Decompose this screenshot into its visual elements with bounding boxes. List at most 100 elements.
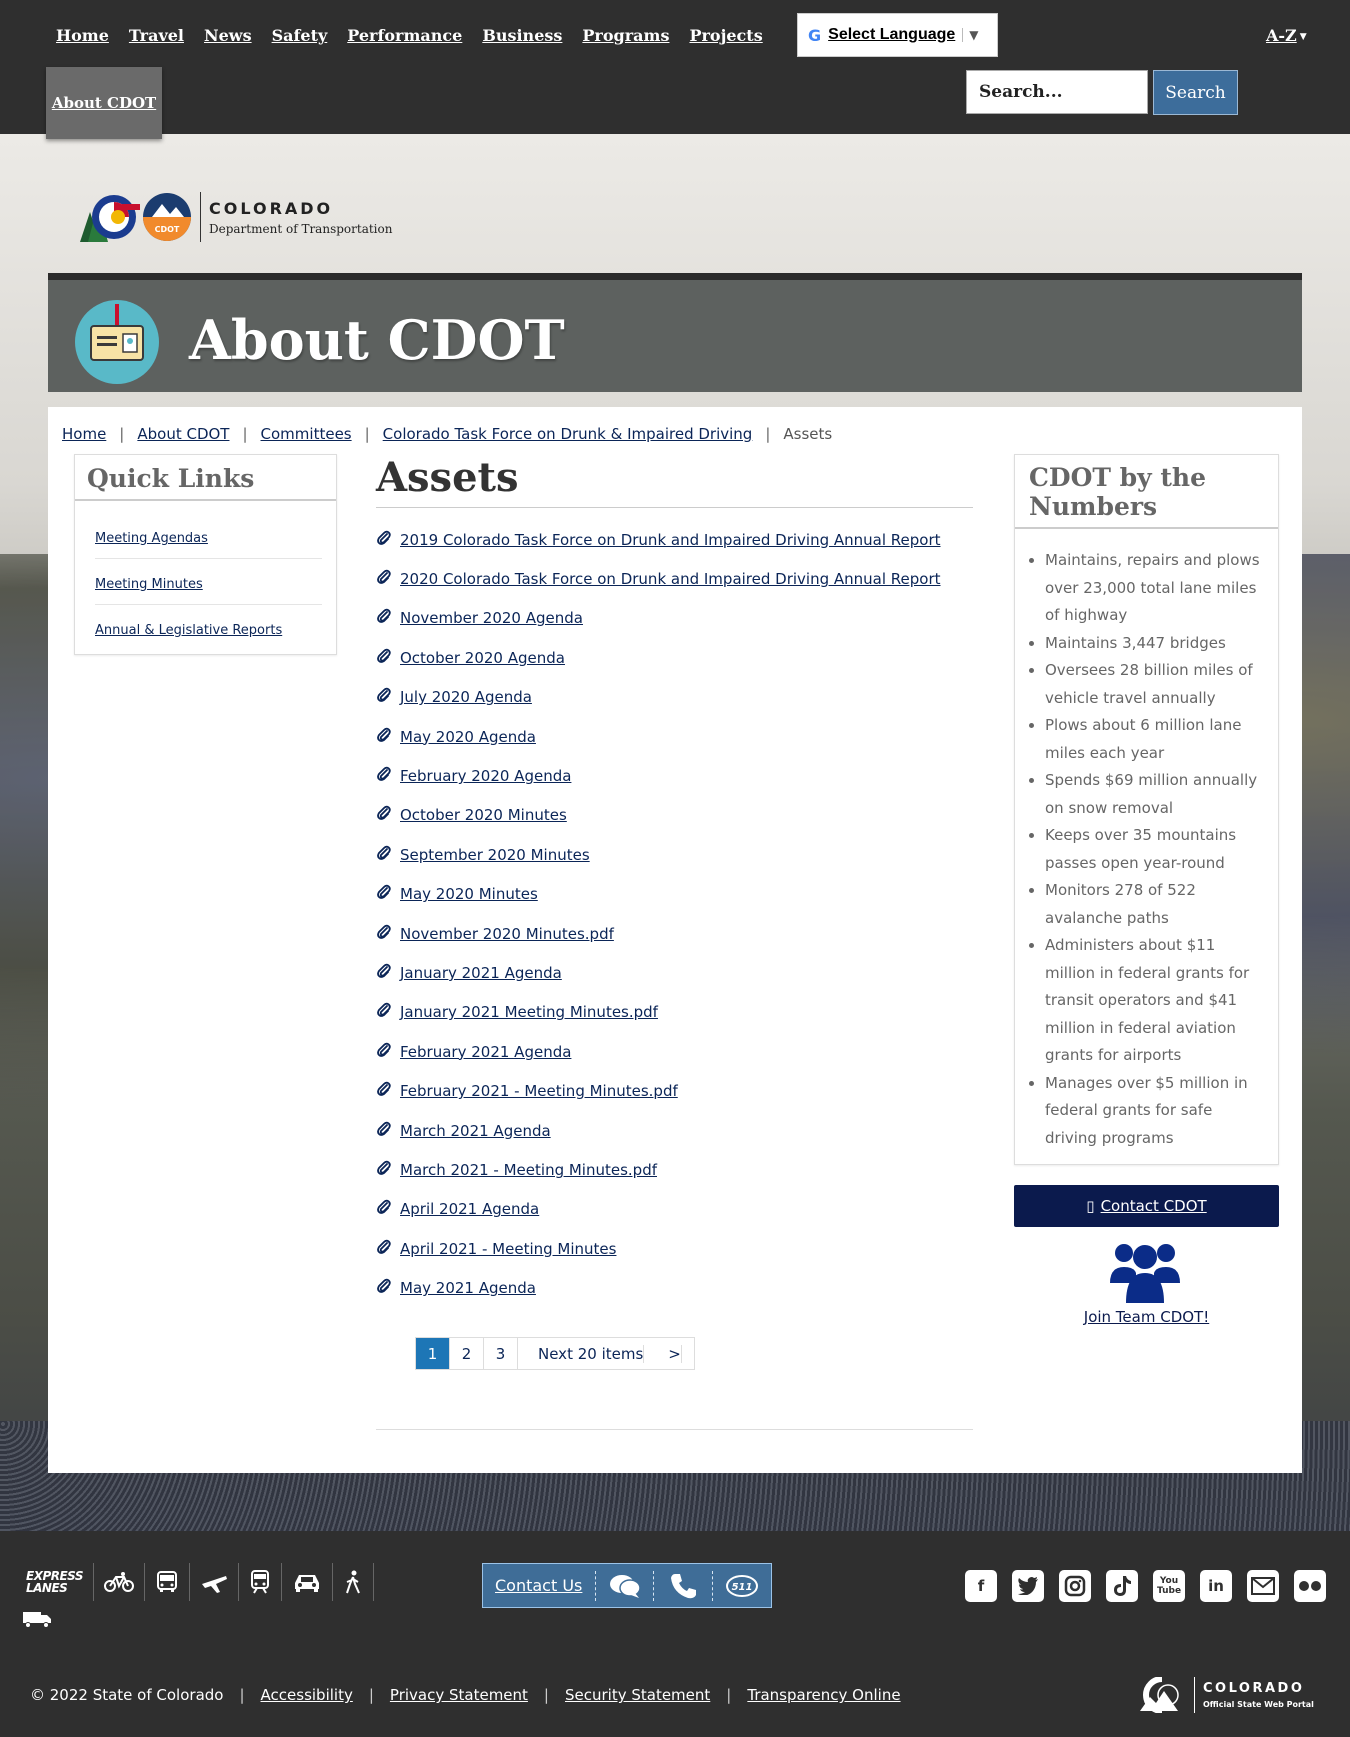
asset-link[interactable]: April 2021 - Meeting Minutes	[400, 1240, 616, 1258]
express-lanes-link[interactable]: EXPRESS LANES	[22, 1563, 95, 1601]
asset-link[interactable]: November 2020 Agenda	[400, 609, 583, 627]
car-icon[interactable]	[282, 1563, 334, 1601]
join-team-cdot-link[interactable]: Join Team CDOT!	[1014, 1308, 1279, 1326]
cdot-logo[interactable]: CDOT COLORADO Department of Transportati…	[78, 190, 392, 244]
list-item: Meeting Agendas	[95, 513, 322, 559]
asset-link[interactable]: May 2020 Agenda	[400, 728, 536, 746]
asset-link[interactable]: February 2020 Agenda	[400, 767, 571, 785]
nav-home[interactable]: Home	[56, 26, 109, 45]
bus-icon[interactable]	[145, 1563, 191, 1601]
breadcrumb-task-force[interactable]: Colorado Task Force on Drunk & Impaired …	[383, 425, 753, 443]
asset-link[interactable]: September 2020 Minutes	[400, 846, 590, 864]
quick-link-meeting-agendas[interactable]: Meeting Agendas	[95, 531, 208, 546]
twitter-icon[interactable]	[1012, 1570, 1044, 1602]
security-statement-link[interactable]: Security Statement	[565, 1686, 710, 1704]
quick-links-title: Quick Links	[75, 455, 336, 501]
nav-performance[interactable]: Performance	[347, 26, 462, 45]
asset-item: May 2020 Agenda	[376, 717, 973, 756]
linkedin-icon[interactable]: in	[1200, 1570, 1232, 1602]
nav-safety[interactable]: Safety	[272, 26, 328, 45]
quick-link-meeting-minutes[interactable]: Meeting Minutes	[95, 577, 203, 592]
page-2-button[interactable]: 2	[450, 1338, 484, 1369]
asset-item: October 2020 Agenda	[376, 638, 973, 677]
paperclip-icon	[376, 569, 398, 589]
asset-link[interactable]: November 2020 Minutes.pdf	[400, 925, 614, 943]
breadcrumb-separator: |	[119, 425, 125, 443]
asset-link[interactable]: May 2020 Minutes	[400, 885, 538, 903]
paperclip-icon	[376, 608, 398, 628]
asset-item: March 2021 - Meeting Minutes.pdf	[376, 1150, 973, 1189]
contact-cdot-button[interactable]: ▯ Contact CDOT	[1014, 1185, 1279, 1227]
language-label[interactable]: Select Language	[828, 26, 955, 44]
breadcrumb-separator: |	[765, 425, 771, 443]
team-users-icon[interactable]	[1108, 1239, 1182, 1303]
nav-programs[interactable]: Programs	[582, 26, 669, 45]
asset-item: September 2020 Minutes	[376, 835, 973, 874]
asset-link[interactable]: January 2021 Meeting Minutes.pdf	[400, 1003, 658, 1021]
email-icon[interactable]	[1247, 1570, 1279, 1602]
nav-news[interactable]: News	[204, 26, 252, 45]
numbers-item: Administers about $11 million in federal…	[1045, 932, 1268, 1070]
asset-item: February 2020 Agenda	[376, 756, 973, 795]
nav-about-cdot-tab[interactable]: About CDOT	[46, 67, 162, 139]
transparency-online-link[interactable]: Transparency Online	[747, 1686, 900, 1704]
next-page-label: Next 20 items	[538, 1344, 645, 1363]
quick-link-annual-reports[interactable]: Annual & Legislative Reports	[95, 623, 282, 638]
flickr-icon[interactable]	[1294, 1570, 1326, 1602]
paperclip-icon	[376, 1199, 398, 1219]
asset-link[interactable]: 2019 Colorado Task Force on Drunk and Im…	[400, 531, 941, 549]
instagram-icon[interactable]	[1059, 1570, 1091, 1602]
paperclip-icon	[376, 884, 398, 904]
chat-icon[interactable]	[594, 1570, 654, 1601]
asset-link[interactable]: February 2021 Agenda	[400, 1043, 571, 1061]
asset-link[interactable]: March 2021 - Meeting Minutes.pdf	[400, 1161, 657, 1179]
language-selector[interactable]: G Select Language ▼	[797, 13, 998, 57]
az-menu[interactable]: A-Z ▼	[1266, 26, 1307, 45]
airplane-icon[interactable]	[190, 1563, 240, 1601]
colorado-portal-logo[interactable]: COLORADO Official State Web Portal	[1138, 1677, 1314, 1713]
nav-travel[interactable]: Travel	[129, 26, 184, 45]
search-input[interactable]	[966, 70, 1148, 114]
nav-projects[interactable]: Projects	[689, 26, 762, 45]
accessibility-link[interactable]: Accessibility	[261, 1686, 353, 1704]
breadcrumb-home[interactable]: Home	[62, 425, 106, 443]
truck-icon[interactable]	[22, 1609, 52, 1634]
page-3-button[interactable]: 3	[484, 1338, 518, 1369]
footer-separator: |	[368, 1686, 374, 1704]
asset-link[interactable]: February 2021 - Meeting Minutes.pdf	[400, 1082, 678, 1100]
asset-link[interactable]: October 2020 Agenda	[400, 649, 565, 667]
bicycle-icon[interactable]	[94, 1563, 146, 1601]
asset-link[interactable]: April 2021 Agenda	[400, 1200, 539, 1218]
privacy-statement-link[interactable]: Privacy Statement	[390, 1686, 528, 1704]
nav-about-cdot[interactable]: About CDOT	[52, 94, 156, 112]
train-icon[interactable]	[239, 1563, 283, 1601]
nav-business[interactable]: Business	[482, 26, 562, 45]
facebook-icon[interactable]: f	[965, 1570, 997, 1602]
breadcrumb-separator: |	[364, 425, 370, 443]
asset-link[interactable]: January 2021 Agenda	[400, 964, 562, 982]
breadcrumb-about-cdot[interactable]: About CDOT	[137, 425, 229, 443]
contact-cdot-label: Contact CDOT	[1100, 1197, 1207, 1215]
pedestrian-icon[interactable]	[333, 1563, 375, 1601]
az-label[interactable]: A-Z	[1266, 26, 1297, 45]
contact-us-link[interactable]: Contact Us	[483, 1576, 595, 1595]
asset-link[interactable]: 2020 Colorado Task Force on Drunk and Im…	[400, 570, 941, 588]
dropdown-arrow-icon[interactable]: ▼	[962, 28, 979, 42]
paperclip-icon	[376, 1042, 398, 1062]
phone-icon[interactable]	[653, 1570, 712, 1601]
asset-link[interactable]: October 2020 Minutes	[400, 806, 567, 824]
511-icon[interactable]: 511	[712, 1570, 771, 1601]
asset-link[interactable]: March 2021 Agenda	[400, 1122, 551, 1140]
next-page-button[interactable]: Next 20 items >	[518, 1338, 694, 1369]
asset-item: January 2021 Agenda	[376, 953, 973, 992]
breadcrumb-committees[interactable]: Committees	[261, 425, 352, 443]
page-1-button[interactable]: 1	[416, 1338, 450, 1369]
tiktok-icon[interactable]	[1106, 1570, 1138, 1602]
asset-link[interactable]: May 2021 Agenda	[400, 1279, 536, 1297]
search-button[interactable]: Search	[1153, 70, 1238, 115]
cdot-badge-text: CDOT	[155, 225, 180, 234]
asset-link[interactable]: July 2020 Agenda	[400, 688, 532, 706]
paperclip-icon	[376, 845, 398, 865]
paperclip-icon	[376, 1121, 398, 1141]
youtube-icon[interactable]: You Tube	[1153, 1570, 1185, 1602]
